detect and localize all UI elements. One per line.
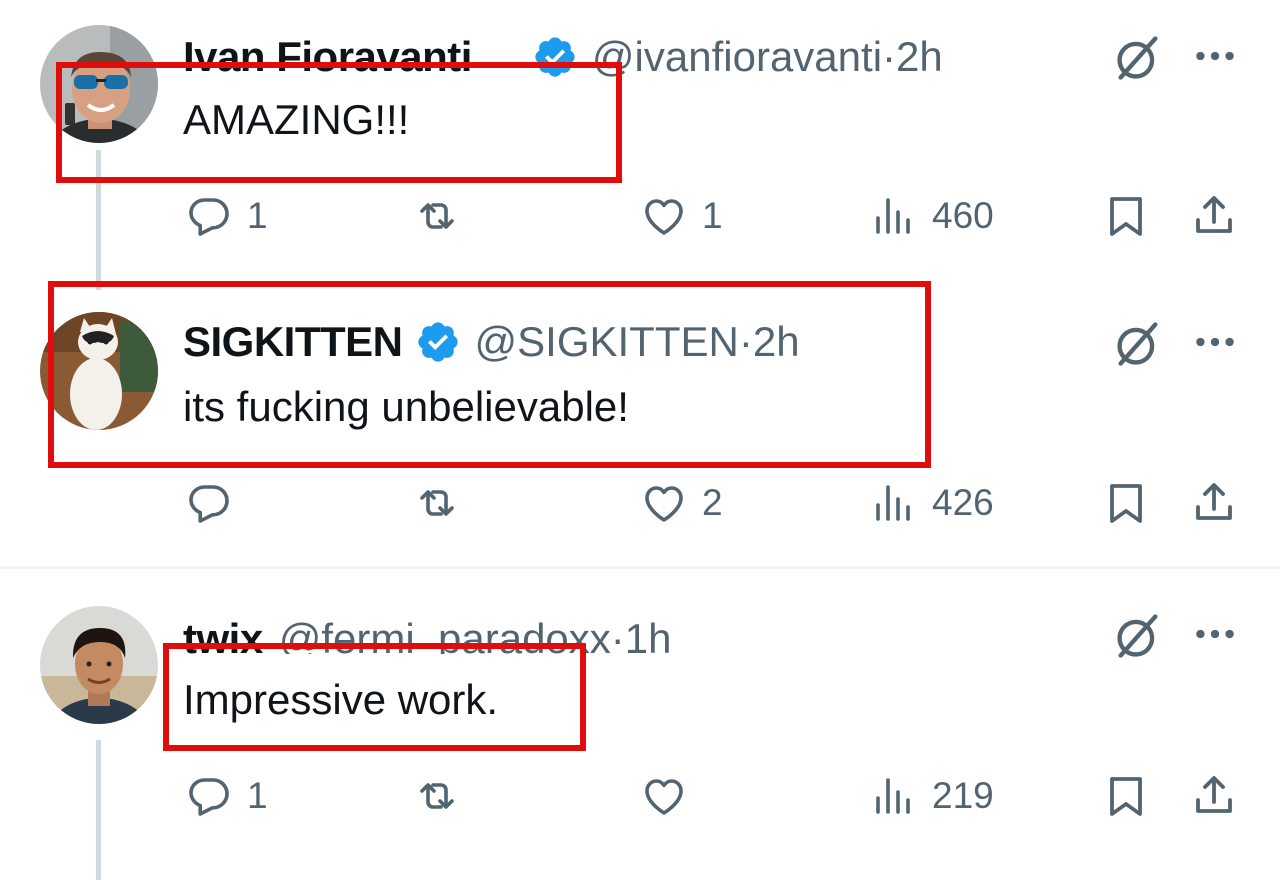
like-button[interactable]: 2 <box>640 473 723 533</box>
like-count: 1 <box>702 195 723 236</box>
reply-button[interactable]: 1 <box>185 766 268 826</box>
reply-button[interactable] <box>185 473 247 533</box>
bookmark-icon <box>1110 197 1142 236</box>
reply-icon <box>189 198 229 236</box>
views-button[interactable]: 219 <box>870 766 994 826</box>
bookmark-button[interactable] <box>1102 766 1150 826</box>
views-icon <box>876 778 910 814</box>
view-count: 460 <box>932 195 994 236</box>
timestamp[interactable]: 2h <box>896 32 943 82</box>
grok-icon[interactable] <box>1112 318 1164 370</box>
repost-button[interactable] <box>413 766 475 826</box>
reply-icon <box>189 485 229 523</box>
like-count: 2 <box>702 482 723 523</box>
separator: · <box>882 33 897 80</box>
views-icon <box>876 198 910 234</box>
share-button[interactable] <box>1190 473 1238 533</box>
more-icon[interactable] <box>1190 31 1240 81</box>
reply-count: 1 <box>247 775 268 816</box>
like-icon <box>645 199 683 235</box>
handle[interactable]: @ivanfioravanti <box>592 32 882 82</box>
tweet-actions: 1 219 <box>0 766 1280 826</box>
highlight-box <box>48 281 931 468</box>
views-icon <box>876 485 910 521</box>
like-icon <box>645 486 683 522</box>
highlight-box <box>163 643 586 751</box>
reply-icon <box>189 778 229 816</box>
like-icon <box>645 779 683 815</box>
bookmark-button[interactable] <box>1102 473 1150 533</box>
share-icon <box>1196 483 1232 520</box>
separator: · <box>610 618 625 654</box>
bookmark-button[interactable] <box>1102 186 1150 246</box>
share-button[interactable] <box>1190 186 1238 246</box>
views-button[interactable]: 460 <box>870 186 994 246</box>
view-count: 426 <box>932 482 994 523</box>
like-button[interactable] <box>640 766 702 826</box>
repost-icon <box>420 783 454 809</box>
bookmark-icon <box>1110 484 1142 523</box>
grok-icon[interactable] <box>1112 32 1164 84</box>
repost-button[interactable] <box>413 473 475 533</box>
like-button[interactable]: 1 <box>640 186 723 246</box>
bookmark-icon <box>1110 777 1142 816</box>
view-count: 219 <box>932 775 994 816</box>
tweet-actions: 1 1 460 <box>0 186 1280 246</box>
share-icon <box>1196 776 1232 813</box>
more-icon[interactable] <box>1190 317 1240 367</box>
tweet-actions: 2 426 <box>0 473 1280 533</box>
grok-icon[interactable] <box>1112 610 1164 662</box>
highlight-box <box>56 62 622 183</box>
repost-button[interactable] <box>413 186 475 246</box>
repost-icon <box>420 490 454 516</box>
reply-count: 1 <box>247 195 268 236</box>
timestamp[interactable]: 1h <box>625 618 672 654</box>
divider <box>0 566 1280 569</box>
repost-icon <box>420 203 454 229</box>
share-button[interactable] <box>1190 766 1238 826</box>
more-icon[interactable] <box>1190 609 1240 659</box>
reply-button[interactable]: 1 <box>185 186 268 246</box>
share-icon <box>1196 196 1232 233</box>
views-button[interactable]: 426 <box>870 473 994 533</box>
